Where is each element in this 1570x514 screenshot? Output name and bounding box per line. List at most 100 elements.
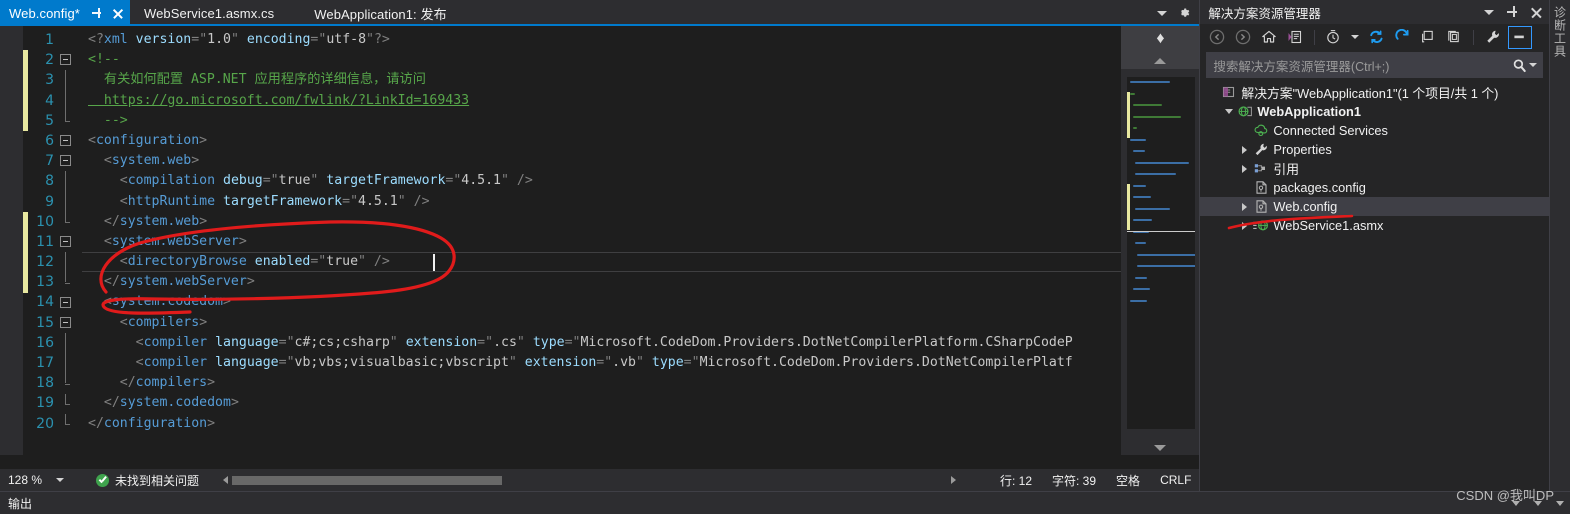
triangle-down-icon[interactable]: [1121, 445, 1199, 451]
chevron-down-icon[interactable]: [1157, 10, 1168, 16]
tree-item-0[interactable]: 解决方案"WebApplication1"(1 个项目/共 1 个): [1200, 83, 1549, 102]
close-icon[interactable]: [1556, 500, 1564, 506]
outlining-margin[interactable]: [60, 26, 82, 455]
code-line[interactable]: <compiler language="c#;cs;csharp" extens…: [82, 333, 1121, 353]
right-docked-tab-strip[interactable]: 诊断工具: [1549, 0, 1570, 491]
code-line[interactable]: </system.web>: [82, 212, 1121, 232]
show-all-files-icon[interactable]: [1443, 27, 1465, 48]
expand-triangle-icon[interactable]: [1238, 202, 1251, 211]
split-view-icon[interactable]: ♦: [1121, 26, 1200, 52]
collapse-triangle-icon[interactable]: [1222, 109, 1235, 114]
fold-toggle-icon[interactable]: [60, 54, 71, 66]
properties-wrench-icon[interactable]: [1482, 27, 1504, 48]
code-line[interactable]: <directoryBrowse enabled="true" />: [82, 252, 1121, 272]
code-line[interactable]: -->: [82, 111, 1121, 131]
code-line[interactable]: </compilers>: [82, 373, 1121, 393]
code-line[interactable]: <httpRuntime targetFramework="4.5.1" />: [82, 192, 1121, 212]
close-icon[interactable]: [111, 6, 125, 21]
minimap-line: [1134, 161, 1190, 164]
code-line[interactable]: https://go.microsoft.com/fwlink/?LinkId=…: [82, 91, 1121, 111]
fold-guide-line: [65, 70, 66, 91]
pin-icon[interactable]: [90, 6, 105, 21]
tree-item-6[interactable]: Web.config: [1200, 197, 1550, 216]
output-panel-strip[interactable]: 输出: [0, 491, 1570, 514]
minimap-viewport-divider[interactable]: [1127, 230, 1196, 232]
code-text-area[interactable]: <?xml version="1.0" encoding="utf-8"?> <!…: [82, 26, 1122, 455]
code-line[interactable]: </system.webServer>: [82, 272, 1121, 292]
drag-handle[interactable]: [1328, 11, 1477, 13]
minimap-line: [1134, 207, 1171, 210]
fold-guide-line: [65, 171, 66, 192]
main-row: Web.config* WebService1.asmx.cs WebAppli…: [0, 0, 1570, 491]
pin-icon[interactable]: [1505, 5, 1519, 19]
issue-status[interactable]: 未找到相关问题: [96, 472, 199, 489]
tree-item-2[interactable]: Connected Services: [1200, 121, 1549, 140]
tree-item-5[interactable]: packages.config: [1200, 178, 1549, 197]
chevron-down-icon[interactable]: [1484, 9, 1495, 15]
expand-triangle-icon[interactable]: [1238, 145, 1251, 154]
tab-webservice1-asmx-cs[interactable]: WebService1.asmx.cs: [129, 0, 289, 26]
triangle-right-icon[interactable]: [950, 476, 956, 484]
code-editor[interactable]: 1 2 3 4 5 6 7 8 9 10 11 12 13 14 15 16 17 18 19 20 <?xml ve…: [0, 26, 1200, 455]
fold-end-marker: [65, 282, 70, 284]
preview-selected-items-icon[interactable]: [1508, 25, 1533, 49]
code-line[interactable]: 有关如何配置 ASP.NET 应用程序的详细信息，请访问: [82, 70, 1121, 90]
code-line[interactable]: <system.webServer>: [82, 232, 1121, 252]
solution-explorer-icon[interactable]: [1284, 27, 1306, 48]
fold-toggle-icon[interactable]: [60, 135, 71, 146]
code-line[interactable]: <compilation debug="true" targetFramewor…: [82, 171, 1121, 191]
close-icon[interactable]: [1530, 6, 1543, 19]
code-line[interactable]: <compilers>: [82, 313, 1121, 333]
editor-minimap[interactable]: ♦: [1121, 26, 1200, 455]
eol-indicator: CRLF: [1160, 473, 1192, 487]
output-panel-label: 输出: [8, 496, 33, 511]
pending-changes-dropdown-icon[interactable]: [1349, 27, 1361, 48]
tree-item-4[interactable]: 引用: [1200, 159, 1549, 178]
code-line[interactable]: <!--: [82, 50, 1121, 70]
expand-triangle-icon[interactable]: [1238, 164, 1251, 173]
tree-item-7[interactable]: WebService1.asmx: [1200, 216, 1549, 235]
minimap-body[interactable]: [1121, 69, 1200, 455]
expand-triangle-icon[interactable]: [1238, 221, 1251, 230]
home-icon[interactable]: [1258, 27, 1280, 48]
fold-toggle-icon[interactable]: [60, 316, 71, 328]
tree-item-label: packages.config: [1273, 180, 1366, 195]
fold-toggle-icon[interactable]: [60, 296, 71, 308]
tab-web-config[interactable]: Web.config*: [0, 0, 130, 26]
tree-item-3[interactable]: Properties: [1200, 140, 1549, 159]
code-line[interactable]: <?xml version="1.0" encoding="utf-8"?>: [82, 30, 1121, 50]
code-line[interactable]: </configuration>: [82, 414, 1121, 434]
line-number: 18: [36, 375, 54, 392]
code-line[interactable]: </system.codedom>: [82, 393, 1121, 413]
fold-toggle-icon[interactable]: [60, 155, 71, 167]
editor-horizontal-scrollbar[interactable]: [0, 455, 1200, 469]
minimap-line: [1136, 253, 1196, 256]
solution-tree[interactable]: 解决方案"WebApplication1"(1 个项目/共 1 个) WebApp…: [1200, 81, 1550, 491]
status-scroll-indicator[interactable]: [223, 475, 503, 485]
tab-webapplication1-publish[interactable]: WebApplication1: 发布: [288, 0, 461, 26]
fold-toggle-icon[interactable]: [60, 236, 71, 247]
chevron-down-icon[interactable]: [56, 478, 65, 482]
sync-icon[interactable]: [1365, 27, 1387, 48]
tree-item-1[interactable]: WebApplication1: [1200, 102, 1549, 121]
code-line[interactable]: <system.web>: [82, 151, 1121, 171]
refresh-icon[interactable]: [1391, 27, 1413, 48]
gear-icon[interactable]: [1177, 6, 1191, 20]
search-input[interactable]: 搜索解决方案资源管理器(Ctrl+;): [1206, 52, 1544, 78]
code-line[interactable]: <system.codedom>: [82, 292, 1121, 312]
pending-changes-icon[interactable]: [1323, 27, 1345, 48]
triangle-left-icon[interactable]: [223, 476, 229, 484]
magnifier-icon[interactable]: [1509, 58, 1529, 73]
tab-label: WebApplication1: 发布: [314, 6, 447, 22]
zoom-control[interactable]: 128 %: [0, 473, 80, 487]
chevron-down-icon[interactable]: [1529, 63, 1538, 67]
scroll-track[interactable]: [232, 475, 503, 485]
back-icon[interactable]: [1206, 27, 1228, 48]
minimap-canvas: [1127, 77, 1196, 429]
code-line[interactable]: <configuration>: [82, 131, 1121, 151]
triangle-up-icon[interactable]: [1121, 52, 1200, 69]
collapse-all-icon[interactable]: [1417, 27, 1439, 48]
forward-icon[interactable]: [1232, 27, 1254, 48]
code-line[interactable]: <compiler language="vb;vbs;visualbasic;v…: [82, 353, 1121, 373]
toolbar-separator: [1473, 29, 1475, 45]
